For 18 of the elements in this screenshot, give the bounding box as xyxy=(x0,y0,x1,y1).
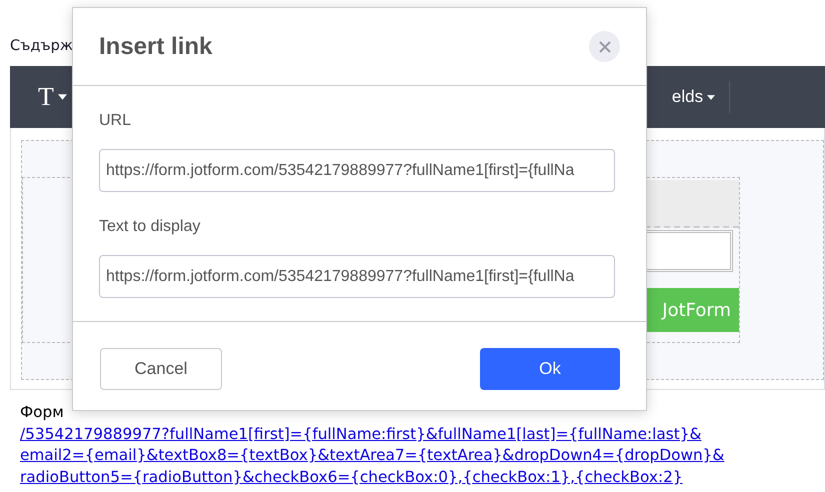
input-field[interactable]: https://form.jotform.com/53542179889977?fullName1[first]={fullNa xyxy=(99,149,615,192)
input-field[interactable]: https://form.jotform.com/53542179889977?fullName1[first]={fullNa xyxy=(99,255,615,298)
section-heading: Съдърж xyxy=(10,38,73,54)
ok-button[interactable]: Ok xyxy=(480,348,620,390)
dialog-title: Insert link xyxy=(99,32,212,60)
body-text: Форм xyxy=(20,403,64,421)
url-link[interactable]: /53542179889977?fullName1[first]={fullName:first}&fullName1[last]={fullName:last}& xyxy=(20,424,702,442)
close-button[interactable] xyxy=(589,31,620,62)
close-icon xyxy=(598,40,610,52)
cancel-button[interactable]: Cancel xyxy=(100,348,222,390)
field-label: Text to display xyxy=(99,218,202,237)
fields-menu-button[interactable]: elds xyxy=(672,87,716,107)
field-label: URL xyxy=(99,112,132,131)
caret-icon xyxy=(707,94,716,100)
url-link[interactable]: email2={email}&textBox8={textBox}&textArea7={textArea}&dropDown4={dropDown}& xyxy=(20,446,724,464)
url-link[interactable]: radioButton5={radioButton}&checkBox6={checkBox:0},{checkBox:1},{checkBox:2} xyxy=(20,468,683,486)
text-style-button[interactable]: T xyxy=(10,82,67,112)
caret-icon xyxy=(58,94,67,100)
